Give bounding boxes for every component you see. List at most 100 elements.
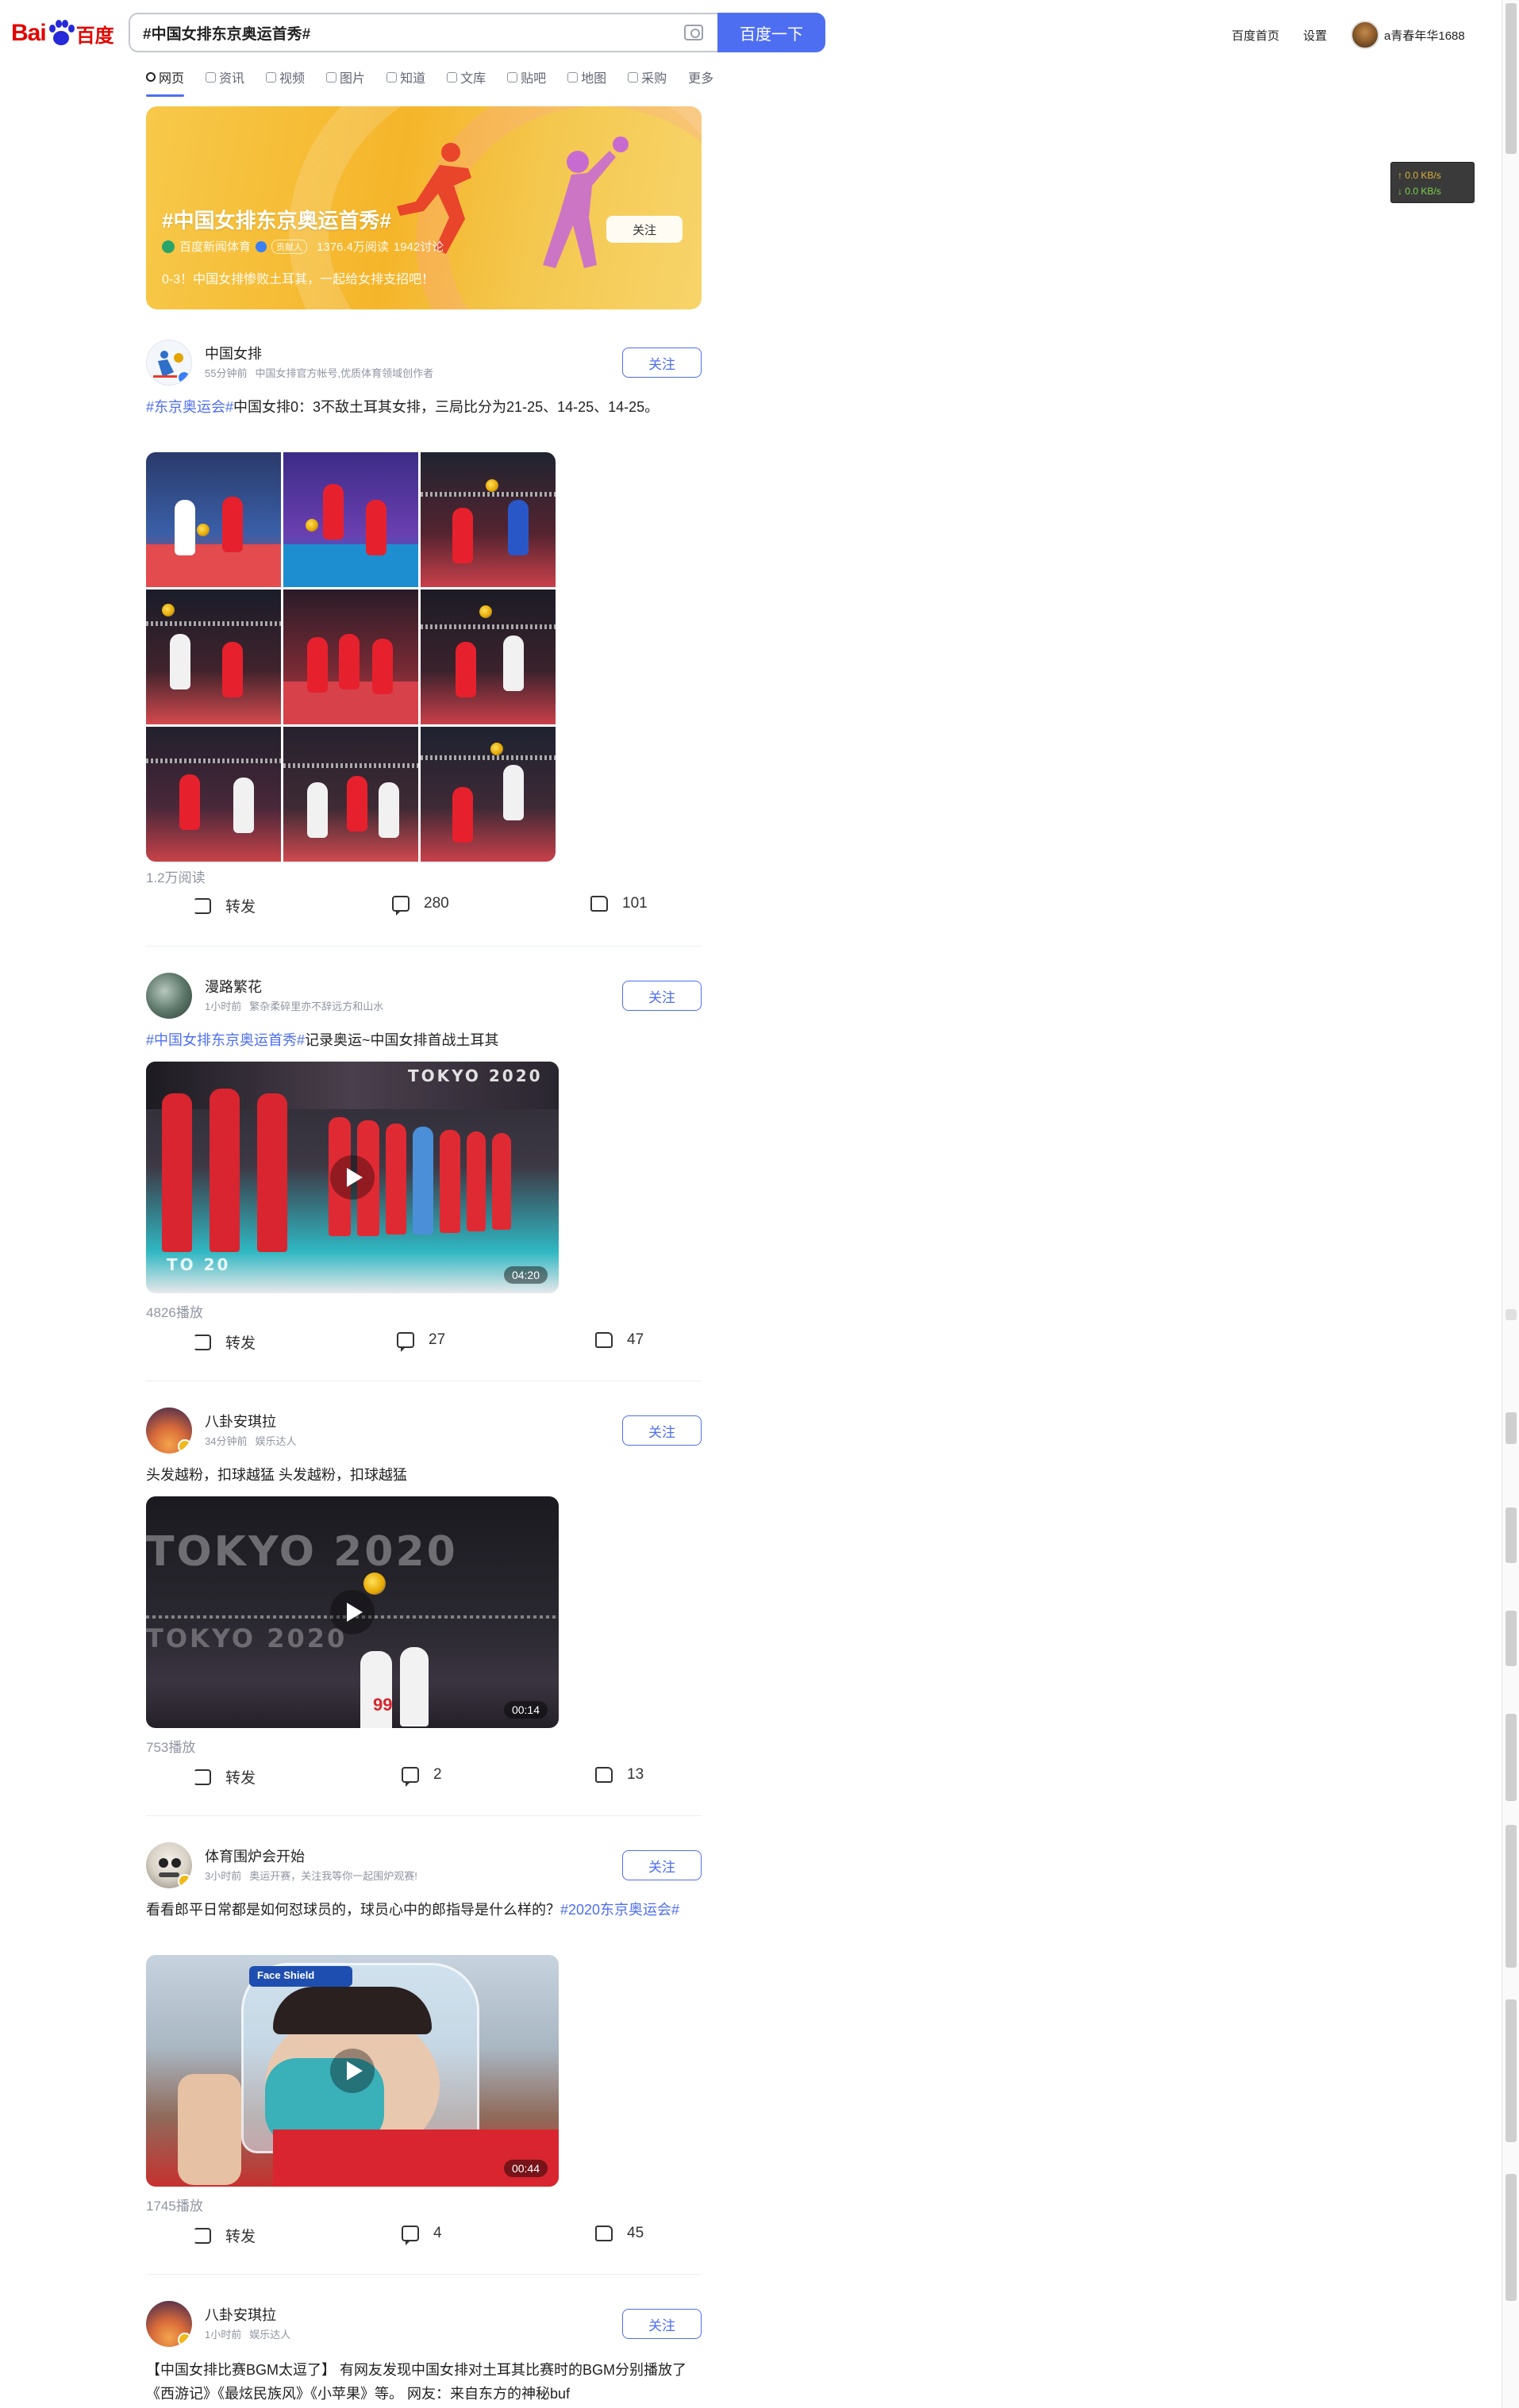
author-name[interactable]: 漫路繁花 bbox=[205, 976, 262, 997]
avatar[interactable] bbox=[146, 1408, 192, 1454]
follow-button[interactable]: 关注 bbox=[622, 1415, 702, 1446]
comment-button[interactable]: 280 bbox=[392, 895, 449, 916]
search-button[interactable]: 百度一下 bbox=[717, 13, 825, 52]
play-button[interactable] bbox=[330, 1590, 375, 1634]
repost-button[interactable]: 转发 bbox=[194, 1331, 256, 1353]
grid-image[interactable] bbox=[146, 452, 281, 587]
author-name[interactable]: 八卦安琪拉 bbox=[205, 2304, 276, 2325]
repost-button[interactable]: 转发 bbox=[194, 1766, 256, 1788]
like-button[interactable]: 101 bbox=[590, 895, 648, 912]
tab-more[interactable]: 更多 bbox=[688, 63, 713, 90]
grid-image[interactable] bbox=[421, 727, 556, 862]
tab-tieba[interactable]: 贴吧 bbox=[507, 63, 546, 90]
topic-banner[interactable]: #中国女排东京奥运首秀# 百度新闻体育 贡献人 1376.4万阅读 1942讨论… bbox=[146, 106, 702, 309]
like-button[interactable]: 13 bbox=[595, 1766, 644, 1784]
user-avatar[interactable] bbox=[1351, 21, 1380, 49]
baidu-logo[interactable]: Bai 百度 bbox=[11, 16, 114, 51]
tab-video[interactable]: 视频 bbox=[266, 63, 305, 90]
video-duration: 04:20 bbox=[503, 1266, 548, 1284]
tab-images[interactable]: 图片 bbox=[326, 63, 365, 90]
like-button[interactable]: 45 bbox=[595, 2225, 644, 2242]
volleyball-player-illustration bbox=[543, 136, 629, 268]
tab-web[interactable]: 网页 bbox=[146, 63, 185, 97]
comment-icon bbox=[402, 2226, 419, 2245]
search-tabs: 网页 资讯 视频 图片 知道 文库 贴吧 地图 采购 更多 bbox=[146, 63, 735, 97]
tab-wenku[interactable]: 文库 bbox=[447, 63, 486, 90]
author-name[interactable]: 八卦安琪拉 bbox=[205, 1411, 276, 1431]
follow-button[interactable]: 关注 bbox=[622, 981, 702, 1011]
repost-icon bbox=[194, 1769, 211, 1785]
scrollbar-thumb[interactable] bbox=[1506, 3, 1517, 154]
repost-button[interactable]: 转发 bbox=[194, 2225, 256, 2246]
tab-news[interactable]: 资讯 bbox=[206, 63, 244, 90]
grid-image[interactable] bbox=[283, 452, 418, 587]
banner-title[interactable]: #中国女排东京奥运首秀# bbox=[162, 205, 391, 234]
repost-icon bbox=[194, 897, 211, 914]
tab-purchase[interactable]: 采购 bbox=[628, 63, 667, 90]
banner-follow-button[interactable]: 关注 bbox=[606, 216, 683, 243]
grid-image[interactable] bbox=[421, 452, 556, 587]
grid-image[interactable] bbox=[283, 590, 418, 724]
comment-button[interactable]: 4 bbox=[402, 2225, 442, 2245]
scroll-marker bbox=[1506, 1309, 1517, 1320]
play-button[interactable] bbox=[330, 2049, 375, 2093]
video-duration: 00:14 bbox=[503, 1701, 548, 1719]
search-input[interactable] bbox=[143, 24, 651, 41]
verified-icon bbox=[178, 1439, 192, 1454]
follow-button[interactable]: 关注 bbox=[622, 1850, 702, 1880]
comment-button[interactable]: 27 bbox=[397, 1331, 445, 1352]
hashtag[interactable]: #中国女排东京奥运首秀# bbox=[146, 1032, 305, 1048]
repost-icon bbox=[194, 2227, 211, 2244]
thumbs-up-icon bbox=[595, 1332, 613, 1348]
link-baidu-home[interactable]: 百度首页 bbox=[1232, 27, 1279, 44]
grid-image[interactable] bbox=[146, 590, 281, 724]
scrollbar[interactable] bbox=[1502, 0, 1519, 2408]
follow-button[interactable]: 关注 bbox=[622, 2309, 702, 2339]
banner-description: 0-3！中国女排惨败土耳其，一起给女排支招吧！ bbox=[162, 273, 435, 286]
banner-source[interactable]: 百度新闻体育 bbox=[179, 238, 251, 255]
grid-image[interactable] bbox=[146, 727, 281, 862]
camera-icon[interactable] bbox=[684, 25, 703, 40]
avatar[interactable] bbox=[146, 340, 192, 386]
image-icon bbox=[326, 71, 337, 83]
scroll-marker bbox=[1506, 2174, 1517, 2301]
post-card: 中国女排 55分钟前 中国女排官方帐号,优质体育领域创作者 关注 #东京奥运会#中… bbox=[146, 340, 702, 958]
grid-image[interactable] bbox=[421, 590, 556, 724]
post-text[interactable]: 头发越粉，扣球越猛 头发越粉，扣球越猛 bbox=[146, 1463, 702, 1487]
play-count: 753播放 bbox=[146, 1740, 196, 1755]
divider bbox=[146, 1815, 702, 1816]
like-button[interactable]: 47 bbox=[595, 1331, 644, 1349]
video-player[interactable]: TOKYO 2020 TOKYO 2020 99 00:14 bbox=[146, 1496, 559, 1728]
author-name[interactable]: 中国女排 bbox=[205, 343, 262, 363]
thumbs-up-icon bbox=[595, 1767, 613, 1783]
verified-icon bbox=[178, 2333, 192, 2347]
username[interactable]: a青春年华1688 bbox=[1384, 27, 1465, 44]
tab-map[interactable]: 地图 bbox=[567, 63, 606, 90]
repost-button[interactable]: 转发 bbox=[194, 895, 256, 916]
logo-text-right: 百度 bbox=[75, 25, 114, 47]
grid-image[interactable] bbox=[283, 727, 418, 862]
avatar[interactable] bbox=[146, 973, 192, 1019]
verified-icon bbox=[256, 240, 267, 252]
video-player[interactable]: TOKYO 2020 TO 20 04:20 bbox=[146, 1062, 559, 1293]
post-text[interactable]: 【中国女排比赛BGM太逗了】 有网友发现中国女排对土耳其比赛时的BGM分别播放了… bbox=[146, 2358, 702, 2406]
avatar[interactable] bbox=[146, 1842, 192, 1888]
tab-zhidao[interactable]: 知道 bbox=[386, 63, 425, 90]
play-button[interactable] bbox=[330, 1155, 375, 1200]
tieba-icon bbox=[507, 71, 518, 83]
avatar[interactable] bbox=[146, 2301, 192, 2347]
repost-icon bbox=[194, 1334, 211, 1350]
post-text[interactable]: 看看郎平日常都是如何怼球员的，球员心中的郎指导是什么样的？#2020东京奥运会# bbox=[146, 1898, 702, 1922]
comment-button[interactable]: 2 bbox=[402, 1766, 442, 1787]
question-icon bbox=[386, 71, 398, 83]
post-text[interactable]: #中国女排东京奥运首秀#记录奥运~中国女排首战土耳其 bbox=[146, 1028, 702, 1052]
hashtag[interactable]: #东京奥运会# bbox=[146, 399, 233, 415]
hashtag[interactable]: #2020东京奥运会# bbox=[560, 1902, 679, 1918]
scroll-marker bbox=[1506, 1611, 1517, 1666]
post-text[interactable]: #东京奥运会#中国女排0：3不敌土耳其女排，三局比分为21-25、14-25、1… bbox=[146, 395, 702, 419]
video-player[interactable]: Face Shield 00:44 bbox=[146, 1955, 559, 2187]
author-name[interactable]: 体育围炉会开始 bbox=[205, 1845, 305, 1866]
comment-icon bbox=[392, 896, 410, 916]
follow-button[interactable]: 关注 bbox=[622, 348, 702, 378]
link-settings[interactable]: 设置 bbox=[1303, 27, 1327, 44]
